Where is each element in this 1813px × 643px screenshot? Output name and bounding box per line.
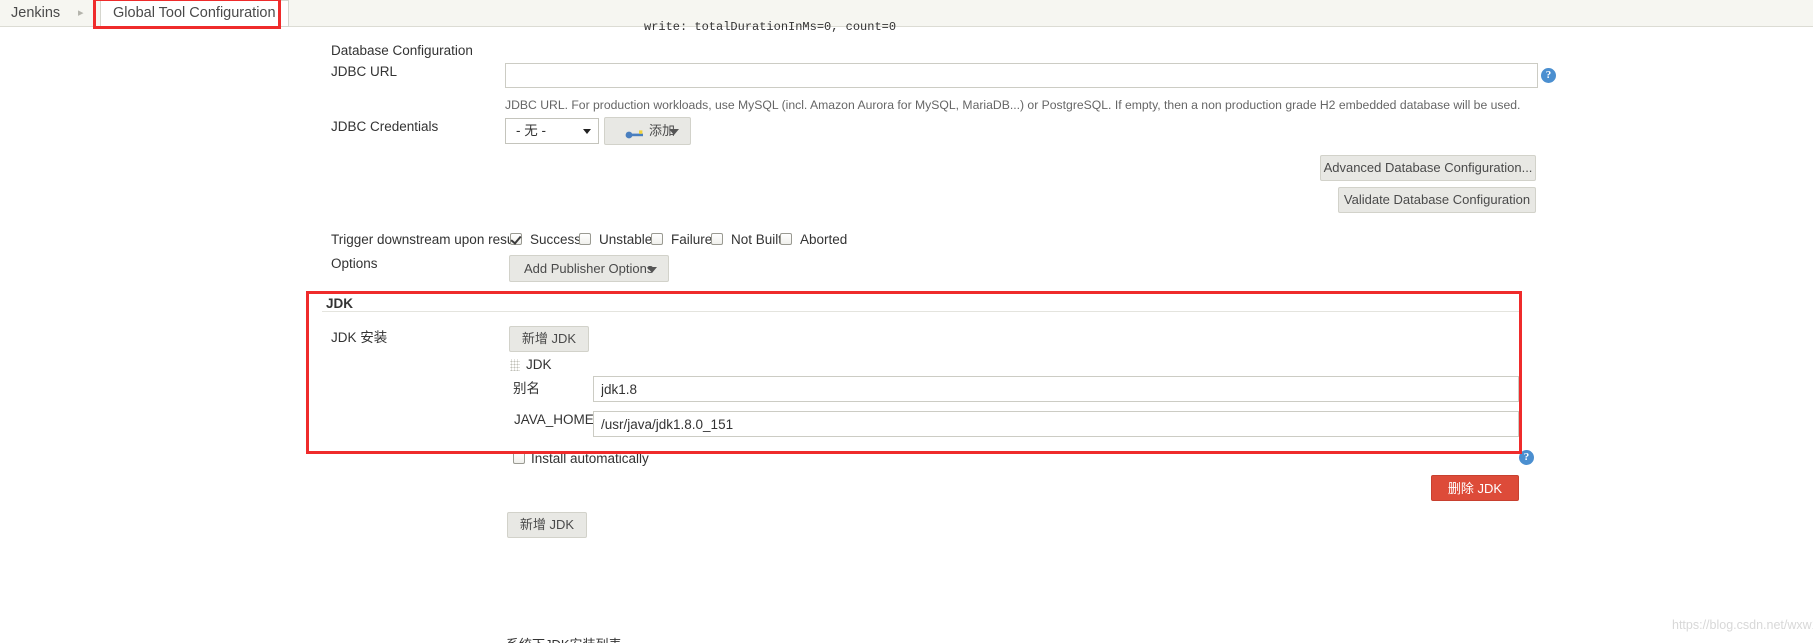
breadcrumb-bar: Jenkins ▸ Global Tool Configuration bbox=[0, 0, 1813, 27]
jdk-panel-title: JDK bbox=[326, 296, 360, 311]
checkbox-failure[interactable] bbox=[651, 233, 663, 245]
validate-database-configuration-button[interactable]: Validate Database Configuration bbox=[1338, 187, 1536, 213]
install-automatically-label: Install automatically bbox=[531, 451, 649, 466]
database-configuration-heading: Database Configuration bbox=[331, 43, 473, 58]
jdk-java-home-label: JAVA_HOME bbox=[514, 412, 594, 427]
checkbox-aborted-label: Aborted bbox=[800, 232, 848, 247]
checkbox-unstable-label: Unstable bbox=[599, 232, 653, 247]
jdk-entry-title: JDK bbox=[526, 357, 552, 372]
jdk-java-home-input[interactable] bbox=[593, 411, 1519, 437]
jdk-installations-label: JDK 安装 bbox=[331, 330, 388, 345]
checkbox-unstable[interactable] bbox=[579, 233, 591, 245]
drag-handle-icon[interactable] bbox=[510, 359, 520, 371]
install-automatically-checkbox[interactable] bbox=[513, 452, 525, 464]
chevron-down-icon bbox=[583, 129, 591, 134]
checkbox-success-label: Success bbox=[530, 232, 582, 247]
chevron-down-icon bbox=[669, 129, 679, 135]
watermark: https://blog.csdn.net/wxw1997a bbox=[1672, 618, 1813, 632]
breadcrumb-item-jenkins[interactable]: Jenkins bbox=[11, 0, 60, 27]
options-label: Options bbox=[331, 256, 378, 271]
jdk-alias-label: 别名 bbox=[513, 381, 540, 396]
chevron-down-icon bbox=[647, 266, 657, 273]
jdbc-credentials-label: JDBC Credentials bbox=[331, 119, 439, 134]
jdbc-url-label: JDBC URL bbox=[331, 64, 398, 79]
key-icon bbox=[625, 130, 643, 139]
jdk-help-icon[interactable]: ? bbox=[1519, 450, 1534, 465]
delete-jdk-button[interactable]: 删除 JDK bbox=[1431, 475, 1519, 501]
add-jdk-button-top[interactable]: 新增 JDK bbox=[509, 326, 589, 352]
trigger-downstream-label: Trigger downstream upon result bbox=[331, 232, 522, 247]
jdk-footer-note: 系统下JDK安装列表 bbox=[506, 634, 706, 643]
add-publisher-options-label: Add Publisher Options bbox=[524, 261, 654, 276]
checkbox-not-built-label: Not Built bbox=[731, 232, 783, 247]
log-output-line: write: totalDurationInMs=0, count=0 bbox=[644, 20, 897, 34]
breadcrumb-separator-icon: ▸ bbox=[78, 7, 84, 19]
add-publisher-options-button[interactable]: Add Publisher Options bbox=[509, 255, 669, 282]
jdbc-url-help-text: JDBC URL. For production workloads, use … bbox=[505, 98, 1521, 112]
jdbc-credentials-select[interactable]: - 无 - bbox=[505, 118, 599, 144]
advanced-database-configuration-button[interactable]: Advanced Database Configuration... bbox=[1320, 155, 1536, 181]
jdbc-url-help-icon[interactable]: ? bbox=[1541, 68, 1556, 83]
jdk-alias-input[interactable] bbox=[593, 376, 1519, 402]
checkbox-success[interactable] bbox=[510, 233, 522, 245]
add-credentials-button[interactable]: 添加 bbox=[604, 117, 691, 145]
checkbox-aborted[interactable] bbox=[780, 233, 792, 245]
breadcrumb-item-global-tool-configuration[interactable]: Global Tool Configuration bbox=[100, 0, 289, 27]
checkbox-failure-label: Failure bbox=[671, 232, 713, 247]
jdbc-url-input[interactable] bbox=[505, 63, 1538, 88]
jdbc-credentials-selected-value: - 无 - bbox=[516, 123, 546, 138]
add-jdk-button-bottom[interactable]: 新增 JDK bbox=[507, 512, 587, 538]
checkbox-not-built[interactable] bbox=[711, 233, 723, 245]
jdk-panel-divider bbox=[322, 311, 1522, 312]
